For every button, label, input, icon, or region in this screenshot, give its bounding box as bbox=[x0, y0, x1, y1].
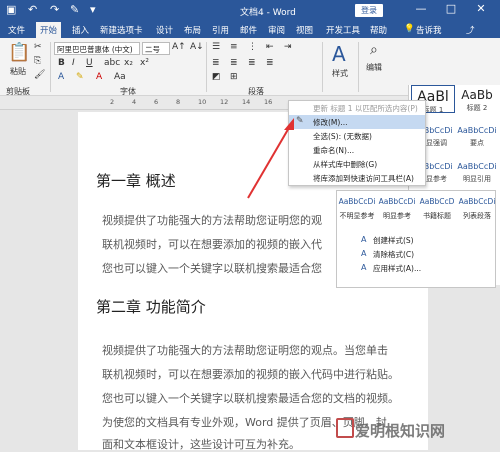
annotation-arrow bbox=[247, 118, 294, 199]
watermark-logo bbox=[336, 418, 354, 438]
watermark-text: 爱明根知识网 bbox=[355, 422, 446, 440]
